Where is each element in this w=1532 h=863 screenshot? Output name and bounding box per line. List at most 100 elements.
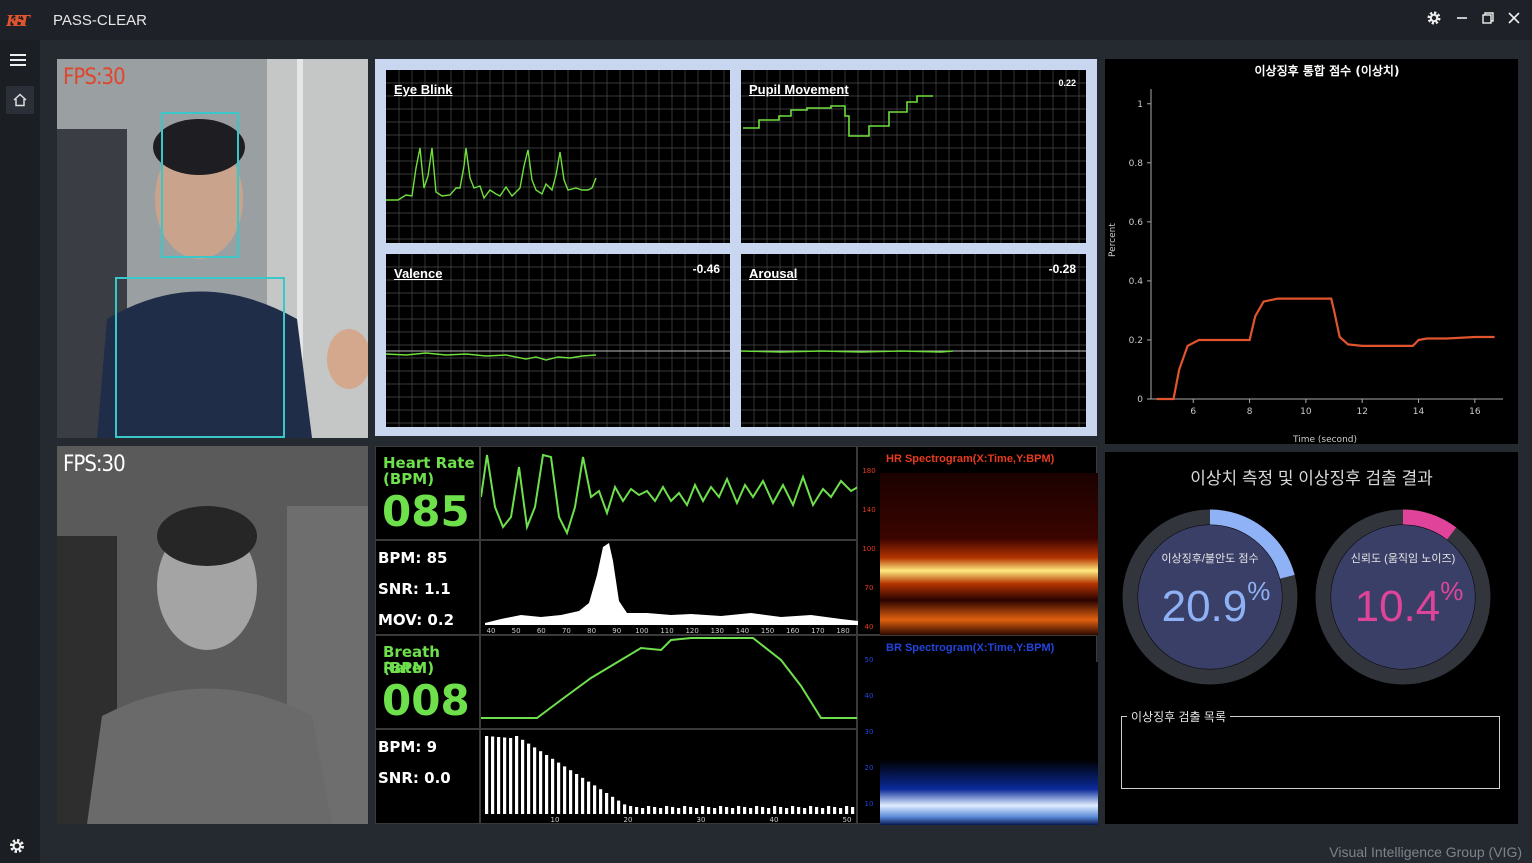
x-tick-label: 12 (1356, 407, 1367, 417)
breath-stats: BPM: 9 SNR: 0.0 (375, 729, 480, 824)
heart-snr: SNR: 1.1 (378, 580, 451, 598)
kist-logo: KIST (5, 9, 32, 31)
fft-bar (773, 806, 777, 814)
heart-rate-label: Heart Rate (383, 454, 475, 472)
fft-bar (845, 806, 849, 814)
heart-rate-unit: (BPM) (383, 470, 435, 488)
close-icon[interactable] (1504, 10, 1524, 30)
y-tick-label: 0.6 (1129, 218, 1144, 228)
breath-waveform-line (481, 637, 858, 719)
footer-credit: Visual Intelligence Group (VIG) (1329, 844, 1522, 860)
restore-icon[interactable] (1478, 10, 1498, 30)
x-tick-label: 16 (1469, 407, 1481, 417)
fft-bar (731, 808, 735, 814)
fft-bar (713, 808, 717, 814)
eye-blink-line (386, 147, 597, 201)
breath-waveform (480, 635, 858, 729)
tick-label: 120 (685, 627, 698, 635)
hr-spectrogram-image: 180 140 100 70 40 (862, 467, 1098, 636)
graph-value: -0.46 (692, 262, 720, 276)
br-spectrogram-image: 50 40 30 20 10 (865, 656, 1098, 825)
fft-bar (677, 808, 681, 814)
graph-title: Arousal (749, 266, 798, 281)
home-icon[interactable] (6, 86, 34, 114)
fft-bar (665, 806, 669, 814)
anomaly-detection-list[interactable] (1121, 716, 1500, 789)
fft-bar (629, 806, 633, 814)
anomaly-score-chart: 이상징후 통합 점수 (이상치) Percent Time (second) 0… (1105, 59, 1518, 445)
breath-rate-value: 008 (382, 676, 470, 725)
fft-bar (821, 808, 825, 814)
ir-camera-view: FPS:30 (57, 446, 368, 824)
y-tick-label: 0.8 (1129, 159, 1144, 169)
breath-snr: SNR: 0.0 (378, 769, 451, 787)
fft-bar (707, 807, 711, 814)
breath-rate-readout: Breath Rate (BPM) 008 (375, 635, 480, 729)
fft-bar (491, 736, 495, 814)
y-tick-label: 0.2 (1129, 336, 1143, 346)
heart-bpm: BPM: 85 (378, 549, 448, 567)
fft-bar (581, 777, 585, 814)
heart-waveform-line (480, 453, 859, 536)
heart-rate-value: 085 (382, 487, 470, 536)
fft-bar (575, 774, 579, 814)
graph-title: Pupil Movement (749, 82, 849, 97)
tick-label: 40 (487, 627, 496, 635)
x-tick-label: 6 (1190, 407, 1196, 417)
tick-label: 20 (865, 764, 874, 772)
menu-icon[interactable] (8, 50, 28, 70)
valence-line (386, 352, 597, 361)
fft-bar (485, 736, 489, 814)
anomaly-score-gauge: 이상징후/불안도 점수 20.9% (1121, 508, 1299, 686)
bio-signal-panel: Heart Rate (BPM) 085 HR Spectrogram(X:Ti… (375, 446, 1098, 825)
anomaly-list-label: 이상징후 검출 목록 (1127, 708, 1230, 725)
fft-bar (527, 743, 531, 814)
tick-label: 130 (711, 627, 724, 635)
tick-label: 40 (865, 623, 874, 631)
graph-value: 0.22 (1058, 78, 1076, 88)
minimize-icon[interactable] (1452, 10, 1472, 30)
fft-bar (719, 806, 723, 814)
breath-rate-unit: (BPM) (383, 659, 435, 677)
fft-bar (695, 808, 699, 814)
anomaly-score-plot: 이상징후 통합 점수 (이상치) Percent Time (second) 0… (1108, 63, 1503, 445)
br-spectrogram: BR Spectrogram(X:Time,Y:BPM) 50 40 30 20 10 (857, 635, 1098, 825)
fft-bar (647, 806, 651, 814)
fft-bar (611, 796, 615, 814)
tick-label: 100 (635, 627, 648, 635)
fft-bar (683, 806, 687, 814)
fft-bar (557, 762, 561, 814)
fft-bar (743, 807, 747, 814)
fft-bar (689, 807, 693, 814)
tick-label: 140 (736, 627, 749, 635)
heart-fft-area (485, 543, 858, 625)
gear-icon[interactable] (1424, 10, 1444, 30)
gauge-label: 신뢰도 (움직임 노이즈) (1350, 553, 1456, 565)
fft-bar (539, 751, 543, 814)
tick-label: 40 (865, 692, 874, 700)
behavior-graphs-panel: Eye Blink Pupil Movement 0.22 Valence -0… (375, 59, 1097, 436)
hr-spectrogram: HR Spectrogram(X:Time,Y:BPM) 180 140 100 70… (857, 446, 1098, 636)
fft-bar (749, 808, 753, 814)
tick-label: 100 (862, 545, 875, 553)
tick-label: 180 (836, 627, 849, 635)
fft-bar (791, 806, 795, 814)
reliability-gauge: 신뢰도 (움직임 노이즈) 10.4% (1314, 508, 1492, 686)
fft-bar (659, 808, 663, 814)
heart-stats: BPM: 85 SNR: 1.1 MOV: 0.2 (375, 540, 480, 635)
heart-waveform (480, 446, 859, 540)
logo-text: KIST (6, 12, 32, 30)
heart-fft: 40 50 60 70 80 90 100 110 120 130 140 150 160 170 180 (480, 540, 858, 635)
tick-label: 80 (587, 627, 596, 635)
fft-bar (827, 806, 831, 814)
fft-bar (497, 737, 501, 814)
y-axis-label: Percent (1108, 223, 1118, 257)
heart-rate-readout: Heart Rate (BPM) 085 (375, 446, 480, 540)
sidebar (0, 40, 40, 863)
fft-bar (521, 739, 525, 814)
settings-icon[interactable] (8, 837, 26, 855)
fft-bar (623, 804, 627, 814)
fft-bar (839, 808, 843, 814)
fft-bar (671, 807, 675, 814)
graph-title: Eye Blink (394, 82, 453, 97)
